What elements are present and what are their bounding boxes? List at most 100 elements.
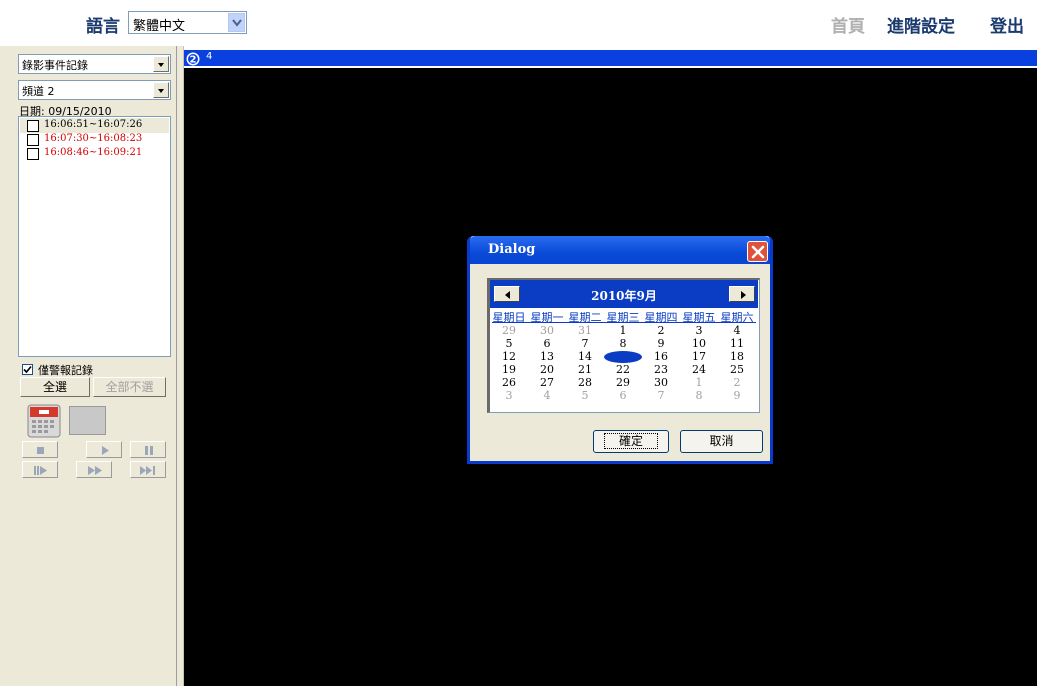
nav-advanced-settings-link[interactable]: 進階設定: [887, 12, 955, 37]
record-checkbox[interactable]: [27, 134, 39, 146]
chevron-down-icon[interactable]: [228, 13, 245, 32]
skip-to-end-icon: [140, 466, 155, 475]
ok-button[interactable]: 確定: [593, 430, 669, 453]
deselect-all-button[interactable]: 全部不選: [93, 377, 166, 397]
calendar-month-label: 2010年9月: [591, 289, 657, 303]
record-checkbox[interactable]: [27, 120, 39, 132]
calendar-day[interactable]: 27: [528, 376, 566, 389]
calendar-day[interactable]: 24: [680, 363, 718, 376]
calendar-day[interactable]: 9: [642, 337, 680, 350]
calendar-day[interactable]: 30: [528, 324, 566, 337]
play-icon: [102, 446, 109, 455]
calendar-day[interactable]: 31: [566, 324, 604, 337]
calendar-day[interactable]: 4: [718, 324, 756, 337]
stop-button[interactable]: [22, 441, 58, 458]
calendar-day[interactable]: 18: [718, 350, 756, 363]
channel-value: 頻道 2: [22, 85, 55, 98]
record-item[interactable]: 16:07:30~16:08:23: [20, 132, 169, 147]
dropdown-arrow-icon[interactable]: [153, 82, 169, 98]
calendar-icon[interactable]: [27, 404, 61, 438]
close-button[interactable]: [747, 241, 768, 262]
record-list[interactable]: 16:06:51~16:07:26 16:07:30~16:08:23 16:0…: [18, 116, 171, 357]
calendar-day[interactable]: 14: [566, 350, 604, 363]
calendar-day[interactable]: 5: [566, 389, 604, 402]
calendar-day[interactable]: 23: [642, 363, 680, 376]
record-time: 16:08:46~16:09:21: [44, 147, 143, 158]
calendar-day[interactable]: 11: [718, 337, 756, 350]
calendar-day[interactable]: 25: [718, 363, 756, 376]
cancel-button[interactable]: 取消: [680, 430, 763, 453]
calendar-day[interactable]: 8: [680, 389, 718, 402]
calendar-day[interactable]: 8: [604, 337, 642, 350]
skip-to-end-button[interactable]: [130, 461, 166, 478]
channel-tab-label[interactable]: 4: [206, 51, 212, 62]
calendar-day[interactable]: 1: [680, 376, 718, 389]
calendar-day[interactable]: 9: [718, 389, 756, 402]
snapshot-button[interactable]: [69, 406, 106, 435]
record-checkbox[interactable]: [27, 148, 39, 160]
calendar-day[interactable]: 10: [680, 337, 718, 350]
fast-forward-button[interactable]: [76, 461, 112, 478]
calendar-day[interactable]: 28: [566, 376, 604, 389]
calendar-day[interactable]: 6: [604, 389, 642, 402]
month-calendar[interactable]: 2010年9月 星期日 星期一 星期二 星期三 星期四 星期五 星期六 29 30 31 1 2 3 4…: [487, 278, 760, 413]
calendar-day[interactable]: 13: [528, 350, 566, 363]
record-time: 16:07:30~16:08:23: [44, 133, 143, 144]
language-select-value: 繁體中文: [133, 19, 186, 34]
pause-button[interactable]: [130, 441, 166, 458]
record-time: 16:06:51~16:07:26: [44, 119, 143, 130]
calendar-day[interactable]: 12: [490, 350, 528, 363]
calendar-day[interactable]: 2: [718, 376, 756, 389]
event-type-value: 錄影事件記錄: [22, 59, 88, 72]
calendar-day[interactable]: 2: [642, 324, 680, 337]
calendar-day[interactable]: 7: [566, 337, 604, 350]
calendar-day[interactable]: 17: [680, 350, 718, 363]
sidebar-divider: [176, 46, 184, 686]
step-forward-icon: [34, 466, 47, 475]
pause-icon: [145, 446, 153, 455]
dropdown-arrow-icon[interactable]: [153, 56, 169, 72]
calendar-day[interactable]: 4: [528, 389, 566, 402]
calendar-day[interactable]: 21: [566, 363, 604, 376]
calendar-day[interactable]: 26: [490, 376, 528, 389]
channel-tab-bar: [184, 50, 1037, 66]
calendar-day[interactable]: 22: [604, 363, 642, 376]
alarm-only-label: 僅警報記錄: [38, 364, 93, 377]
stop-icon: [37, 447, 44, 454]
nav-home-link[interactable]: 首頁: [831, 12, 865, 37]
calendar-day[interactable]: 3: [490, 389, 528, 402]
ok-button-label: 確定: [603, 433, 659, 449]
weekday-divider: [492, 322, 756, 323]
record-item[interactable]: 16:08:46~16:09:21: [20, 146, 169, 161]
calendar-day-selected[interactable]: 15: [604, 350, 642, 363]
select-all-button[interactable]: 全選: [20, 377, 90, 397]
dialog-title: Dialog: [488, 242, 536, 257]
calendar-day[interactable]: 3: [680, 324, 718, 337]
calendar-day[interactable]: 29: [604, 376, 642, 389]
channel-badge-number: 2: [190, 55, 197, 66]
date-picker-dialog: Dialog 2010年9月 星期日 星期一 星期二 星期三 星期四 星期五 星期六 29 3…: [467, 236, 773, 464]
fast-forward-icon: [88, 466, 102, 475]
language-select[interactable]: 繁體中文: [128, 11, 247, 34]
calendar-day[interactable]: 6: [528, 337, 566, 350]
calendar-day[interactable]: 29: [490, 324, 528, 337]
language-label: 語言: [86, 17, 120, 37]
alarm-only-checkbox[interactable]: [22, 364, 33, 375]
nav-logout-link[interactable]: 登出: [990, 12, 1024, 37]
calendar-day[interactable]: 7: [642, 389, 680, 402]
calendar-day[interactable]: 16: [642, 350, 680, 363]
step-forward-button[interactable]: [22, 461, 58, 478]
channel-badge-icon[interactable]: 2: [186, 51, 200, 66]
caret-right-icon: [741, 291, 746, 299]
calendar-day[interactable]: 20: [528, 363, 566, 376]
calendar-day[interactable]: 5: [490, 337, 528, 350]
channel-select[interactable]: 頻道 2: [18, 80, 171, 100]
record-item[interactable]: 16:06:51~16:07:26: [20, 118, 169, 133]
calendar-day[interactable]: 19: [490, 363, 528, 376]
calendar-day[interactable]: 1: [604, 324, 642, 337]
close-icon: [751, 245, 765, 259]
next-month-button[interactable]: [729, 286, 755, 302]
play-button[interactable]: [86, 441, 122, 458]
calendar-day[interactable]: 30: [642, 376, 680, 389]
event-type-select[interactable]: 錄影事件記錄: [18, 54, 171, 74]
